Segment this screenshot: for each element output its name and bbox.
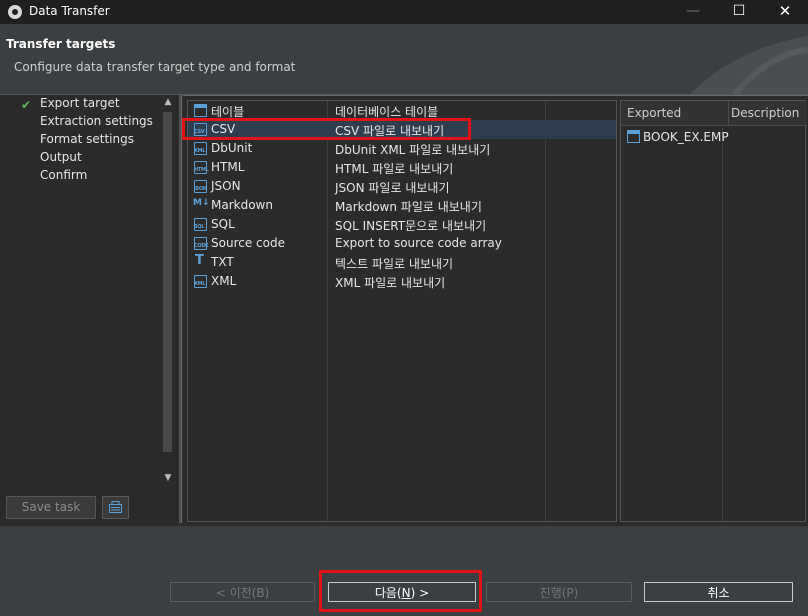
format-row-source-code[interactable]: CODE Source code Export to source code a… xyxy=(188,234,616,253)
wizard-steps: Export target ✔ Extraction settings Form… xyxy=(0,95,178,489)
scroll-down-icon[interactable]: ▼ xyxy=(161,471,175,485)
format-description: SQL INSERT문으로 내보내기 xyxy=(335,219,487,233)
format-description: Export to source code array xyxy=(335,236,502,250)
wizard-header: Transfer targets Configure data transfer… xyxy=(0,24,808,95)
exported-column-header[interactable]: Exported xyxy=(621,101,729,126)
sql-file-icon: SQL xyxy=(194,218,207,231)
format-description: JSON 파일로 내보내기 xyxy=(335,181,450,195)
format-name: DbUnit xyxy=(211,141,253,155)
format-name: TXT xyxy=(211,255,234,269)
format-row-txt[interactable]: T TXT 텍스트 파일로 내보내기 xyxy=(188,253,616,272)
format-description: DbUnit XML 파일로 내보내기 xyxy=(335,143,491,157)
step-label: Output xyxy=(40,150,82,164)
table-icon xyxy=(194,104,207,117)
close-button[interactable]: ✕ xyxy=(762,0,808,24)
saved-tasks-button[interactable] xyxy=(102,496,129,519)
format-name: Source code xyxy=(211,236,285,250)
code-file-icon: CODE xyxy=(194,237,209,250)
step-confirm[interactable]: Confirm xyxy=(40,168,87,182)
panel-divider-line xyxy=(181,95,182,523)
format-row-sql[interactable]: SQL SQL SQL INSERT문으로 내보내기 xyxy=(188,215,616,234)
csv-highlight-box xyxy=(182,118,471,140)
format-name: JSON xyxy=(211,179,241,193)
format-description: XML 파일로 내보내기 xyxy=(335,276,446,290)
step-label: Confirm xyxy=(40,168,88,182)
steps-scrollbar[interactable]: ▲ ▼ xyxy=(161,95,175,487)
format-name: HTML xyxy=(211,160,245,174)
step-format-settings[interactable]: Format settings xyxy=(40,132,134,146)
description-column-header[interactable]: Description xyxy=(729,101,807,126)
step-extraction-settings[interactable]: Extraction settings xyxy=(40,114,153,128)
format-name: Markdown xyxy=(211,198,273,212)
step-label: Format settings xyxy=(40,132,134,146)
step-label: Extraction settings xyxy=(40,114,153,128)
xml-file-icon: XML xyxy=(194,275,207,288)
column-divider xyxy=(722,125,723,521)
back-button[interactable]: < 이전(B) xyxy=(170,582,315,602)
exported-table: Exported Description BOOK_EX.EMP xyxy=(620,100,807,522)
xml-file-icon: XML xyxy=(194,142,207,155)
format-name: SQL xyxy=(211,217,235,231)
scrollbar-thumb[interactable] xyxy=(163,112,172,452)
cancel-button[interactable]: 취소 xyxy=(644,582,793,602)
step-export-target[interactable]: Export target xyxy=(40,96,120,110)
format-row-dbunit[interactable]: XML DbUnit DbUnit XML 파일로 내보내기 xyxy=(188,139,616,158)
minimize-button[interactable]: — xyxy=(670,0,716,24)
window-title: Data Transfer xyxy=(29,4,110,18)
markdown-icon: M↓ xyxy=(193,198,210,208)
table-icon xyxy=(627,130,640,143)
page-subtitle: Configure data transfer target type and … xyxy=(14,60,296,74)
format-row-markdown[interactable]: M↓ Markdown Markdown 파일로 내보내기 xyxy=(188,196,616,215)
proceed-button[interactable]: 진행(P) xyxy=(486,582,632,602)
format-name: XML xyxy=(211,274,237,288)
title-bar: Data Transfer — ☐ ✕ xyxy=(0,0,808,24)
check-icon: ✔ xyxy=(21,98,32,112)
format-table: 테이블 데이터베이스 테이블 CSV CSV CSV 파일로 내보내기 XML … xyxy=(187,100,617,522)
json-file-icon: JSON xyxy=(194,180,207,193)
banner-decoration xyxy=(690,36,808,94)
save-task-button[interactable]: Save task xyxy=(6,496,96,519)
task-list-icon xyxy=(109,501,122,513)
app-logo-icon xyxy=(8,5,22,19)
scroll-up-icon[interactable]: ▲ xyxy=(161,95,175,109)
format-description: Markdown 파일로 내보내기 xyxy=(335,200,482,214)
text-icon: T xyxy=(195,253,204,268)
html-file-icon: HTML xyxy=(194,161,209,174)
step-output[interactable]: Output xyxy=(40,150,82,164)
format-row-xml[interactable]: XML XML XML 파일로 내보내기 xyxy=(188,272,616,291)
page-title: Transfer targets xyxy=(6,37,116,51)
step-label: Export target xyxy=(40,96,120,110)
next-highlight-box xyxy=(319,570,482,612)
format-description: HTML 파일로 내보내기 xyxy=(335,162,454,176)
format-row-json[interactable]: JSON JSON JSON 파일로 내보내기 xyxy=(188,177,616,196)
exported-item[interactable]: BOOK_EX.EMP xyxy=(627,128,729,144)
maximize-button[interactable]: ☐ xyxy=(716,0,762,24)
format-description: 텍스트 파일로 내보내기 xyxy=(335,257,454,271)
exported-item-name: BOOK_EX.EMP xyxy=(643,130,729,144)
format-row-html[interactable]: HTML HTML HTML 파일로 내보내기 xyxy=(188,158,616,177)
